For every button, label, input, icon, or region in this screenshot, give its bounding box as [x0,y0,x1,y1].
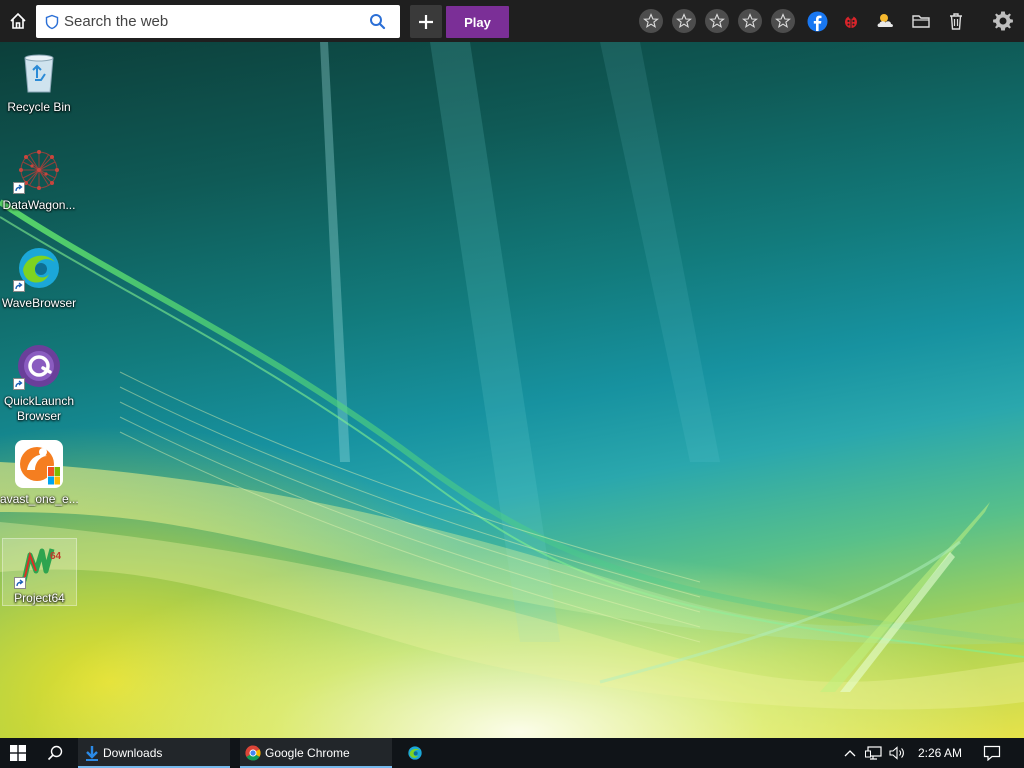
play-button[interactable]: Play [446,6,509,38]
taskbar-item-wavebrowser[interactable] [400,738,430,768]
wavebrowser-icon [13,244,63,292]
star-icon [709,13,725,29]
recycle-bin-icon [15,48,63,96]
desktop-icon-label: avast_one_e... [0,492,78,506]
windows-logo-icon [10,745,26,761]
facebook-icon [807,11,827,31]
star-icon [742,13,758,29]
volume-button[interactable] [886,738,910,768]
taskbar-clock[interactable]: 2:26 AM [908,738,972,768]
wavebrowser-icon [408,746,422,760]
facebook-button[interactable] [806,10,828,32]
desktop-icon-label: DataWagon... [2,198,76,212]
chevron-up-icon [844,750,856,757]
ladybug-button[interactable] [840,10,862,32]
volume-icon [889,746,904,760]
desktop-icon-label: Project64 [14,591,65,605]
desktop-icon-label: Recycle Bin [7,100,71,114]
star-icon [775,13,791,29]
favorite-slot-4[interactable] [738,9,762,33]
gear-icon [993,11,1013,31]
star-icon [676,13,692,29]
favorite-slot-2[interactable] [672,9,696,33]
home-button[interactable] [6,9,30,33]
taskbar-item-downloads[interactable]: Downloads [78,738,230,768]
network-icon [865,746,882,760]
favorite-slot-1[interactable] [639,9,663,33]
desktop-icon-wavebrowser[interactable]: WaveBrowser [0,244,78,311]
weather-icon [877,14,893,27]
settings-button[interactable] [992,10,1014,32]
quicklaunch-icon [13,342,63,390]
desktop-icon-quicklaunch[interactable]: QuickLaunch Browser [0,342,78,424]
search-icon[interactable] [369,13,386,30]
desktop-icon-label: WaveBrowser [1,296,77,310]
search-box[interactable] [36,5,400,38]
avast-icon [15,440,63,488]
home-icon [10,12,26,29]
desktop-icon-label: QuickLaunch Browser [3,394,75,423]
shortcut-arrow-icon [13,182,25,194]
show-hidden-icons-button[interactable] [840,738,860,768]
notification-icon [983,745,1001,761]
svg-text:64: 64 [50,551,62,562]
shortcut-arrow-icon [13,378,25,390]
plus-icon [419,14,433,29]
taskbar: Downloads Google Chrome 2:26 AM [0,738,1024,768]
taskbar-search-button[interactable] [38,738,72,768]
shortcut-arrow-icon [13,280,25,292]
favorite-slot-5[interactable] [771,9,795,33]
desktop-icon-recycle-bin[interactable]: Recycle Bin [0,48,78,115]
folder-button[interactable] [910,10,932,32]
star-icon [643,13,659,29]
desktop-icon-datawagon[interactable]: DataWagon... [0,146,78,213]
taskbar-item-label: Google Chrome [265,746,350,760]
action-center-button[interactable] [978,738,1006,768]
top-toolbar: Play [0,0,1024,42]
taskbar-item-label: Downloads [103,746,163,760]
search-icon [47,745,63,761]
network-button[interactable] [862,738,886,768]
desktop-icon-avast[interactable]: avast_one_e... [0,440,78,507]
search-input[interactable] [64,13,354,30]
desktop-icon-project64[interactable]: 64 Project64 [2,538,77,606]
favorite-slot-3[interactable] [705,9,729,33]
trash-icon [950,13,962,30]
ladybug-icon [845,14,857,28]
trash-button[interactable] [945,10,967,32]
chrome-icon [245,745,261,761]
desktop-wallpaper [0,42,1024,738]
shield-icon [45,14,59,29]
weather-button[interactable] [875,10,897,32]
shortcut-arrow-icon [13,577,26,589]
datawagon-icon [13,146,63,194]
download-arrow-icon [86,746,98,761]
start-button[interactable] [0,738,36,768]
folder-icon [912,15,930,28]
project64-icon: 64 [13,541,64,589]
taskbar-item-chrome[interactable]: Google Chrome [240,738,392,768]
add-button[interactable] [410,5,442,38]
